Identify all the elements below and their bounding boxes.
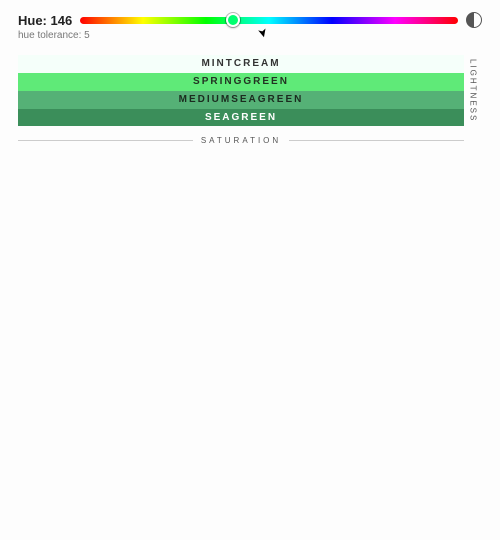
contrast-toggle-icon[interactable]	[466, 12, 482, 28]
hue-spectrum	[80, 17, 458, 24]
hue-slider[interactable]: ➤	[80, 13, 458, 27]
lightness-axis-label: LIGHTNESS	[469, 59, 478, 122]
swatch-list: MINTCREAMSPRINGGREENMEDIUMSEAGREENSEAGRE…	[18, 55, 464, 126]
hue-slider-thumb[interactable]	[226, 13, 240, 27]
lightness-axis: LIGHTNESS	[464, 55, 482, 126]
swatch-mintcream[interactable]: MINTCREAM	[18, 55, 464, 73]
saturation-axis-label: SATURATION	[201, 136, 281, 145]
hue-label: Hue: 146	[18, 13, 72, 28]
swatch-seagreen[interactable]: SEAGREEN	[18, 109, 464, 127]
swatch-mediumseagreen[interactable]: MEDIUMSEAGREEN	[18, 91, 464, 109]
saturation-axis: SATURATION	[18, 136, 482, 145]
swatch-springgreen[interactable]: SPRINGGREEN	[18, 73, 464, 91]
hue-tolerance-label: hue tolerance: 5	[18, 30, 482, 41]
